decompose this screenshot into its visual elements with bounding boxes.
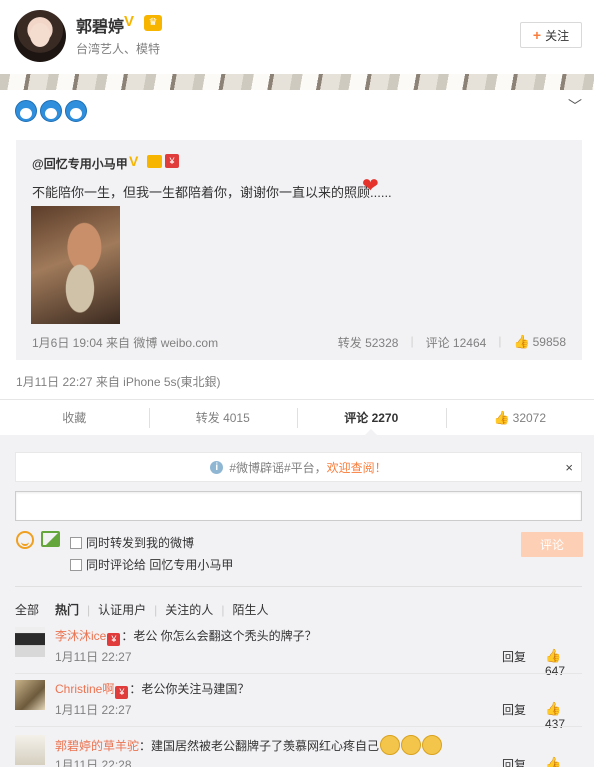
repost-text: 不能陪你一生，但我一生都陪着你，谢谢你一直以来的照顾...... (32, 185, 392, 200)
doraemon-emoji-icon (40, 100, 62, 122)
like-count-link[interactable]: 👍 59858 (513, 334, 566, 351)
repost-count-link[interactable]: 转发 52328 (338, 334, 399, 351)
filter-following[interactable]: 关注的人 (165, 601, 213, 618)
avatar[interactable] (14, 10, 66, 62)
checkbox-icon (70, 558, 82, 571)
comment-time: 1月11日 22:27 (55, 703, 132, 717)
comment-button[interactable]: 评论 2270 (297, 400, 446, 435)
reply-button[interactable]: 回复 (502, 756, 526, 767)
also-repost-checkbox[interactable]: 同时转发到我的微博 (70, 534, 194, 551)
smirk-emoji-icon (401, 735, 422, 755)
commenter-name[interactable]: Christine啊 (55, 682, 114, 696)
commenter-name[interactable]: 李沐沐ice (55, 629, 106, 643)
thumbs-up-icon: 👍 (513, 334, 530, 349)
comment-like-count: 437 (545, 717, 566, 731)
filter-verified[interactable]: 认证用户 (98, 601, 146, 618)
comment-area: i #微博辟谣#平台， 欢迎查阅！ × 同时转发到我的微博 同时评论给 回忆专用… (0, 435, 594, 767)
notice-banner: i #微博辟谣#平台， 欢迎查阅！ × (15, 452, 582, 482)
notice-text: #微博辟谣#平台， (229, 460, 327, 475)
like-count: 32072 (512, 410, 547, 425)
repost-stats: 转发 52328 | 评论 12464 | 👍 59858 (337, 334, 566, 351)
reply-button[interactable]: 回复 (502, 648, 526, 665)
smirk-emoji-icon (380, 735, 401, 755)
comment-text: ：建国居然被老公翻牌子了羡慕网红心疼自己 (139, 739, 380, 753)
commenter-name[interactable]: 郭碧婷的草羊驼 (55, 739, 139, 753)
submit-comment-button[interactable]: 评论 (521, 532, 583, 557)
comment-like-count: 647 (545, 664, 566, 678)
crown-badge-icon: ♛ (144, 15, 162, 31)
commenter-avatar[interactable] (15, 680, 45, 710)
repost-user-link[interactable]: @回忆专用小马甲 (32, 155, 128, 172)
red-packet-icon: ¥ (115, 686, 129, 699)
post-meta: 1月11日 22:27 来自 iPhone 5s(東北銀) (16, 375, 221, 389)
notice-link[interactable]: 欢迎查阅！ (327, 459, 387, 476)
emoji-row (15, 100, 87, 122)
like-count: 59858 (532, 335, 566, 349)
checkbox-icon (70, 536, 82, 549)
commenter-avatar[interactable] (15, 735, 45, 765)
thumbs-up-icon: 👍 (545, 701, 562, 716)
cat-emoji-icon (422, 735, 443, 755)
comment-like-button[interactable]: 👍339 (545, 756, 582, 767)
comment-filters: 全部 热门 | 认证用户 | 关注的人 | 陌生人 (15, 601, 269, 618)
repost-meta: 1月6日 19:04 来自 微博 weibo.com (32, 336, 219, 350)
plus-icon: + (532, 27, 542, 43)
thumbs-up-icon: 👍 (545, 648, 562, 663)
thumbs-up-icon: 👍 (493, 409, 510, 425)
like-button[interactable]: 👍 32072 (445, 400, 594, 435)
crown-badge-icon (147, 155, 162, 168)
red-packet-icon: ¥ (107, 633, 121, 646)
divider (15, 586, 582, 587)
user-description: 台湾艺人、模特 (76, 42, 161, 56)
repost-photo[interactable] (31, 206, 120, 324)
commenter-avatar[interactable] (15, 627, 45, 657)
follow-button[interactable]: + 关注 (520, 22, 582, 48)
filter-hot[interactable]: 热门 (55, 601, 79, 618)
red-packet-icon: ¥ (165, 154, 179, 168)
user-name[interactable]: 郭碧婷 (76, 13, 124, 37)
also-repost-label: 同时转发到我的微博 (86, 536, 195, 550)
favorite-button[interactable]: 收藏 (0, 400, 149, 435)
comment-count-link[interactable]: 评论 12464 (426, 334, 487, 351)
also-comment-checkbox[interactable]: 同时评论给 回忆专用小马甲 (70, 556, 233, 573)
heart-icon: ❤ (362, 175, 379, 197)
comment-time: 1月11日 22:28 (55, 758, 132, 767)
follow-label: 关注 (545, 28, 570, 43)
also-comment-label: 同时评论给 回忆专用小马甲 (86, 558, 234, 572)
comment-input[interactable] (15, 491, 582, 521)
close-icon[interactable]: × (565, 460, 573, 475)
chevron-down-icon[interactable]: ﹀ (568, 96, 582, 116)
reposted-weibo: @回忆专用小马甲 V ¥ 不能陪你一生，但我一生都陪着你，谢谢你一直以来的照顾.… (16, 140, 582, 360)
image-upload-icon[interactable] (41, 531, 60, 547)
action-bar: 收藏 转发 4015 评论 2270 👍 32072 (0, 399, 594, 435)
filter-all[interactable]: 全部 (15, 601, 39, 618)
doraemon-emoji-icon (65, 100, 87, 122)
thumbs-up-icon: 👍 (545, 756, 562, 767)
verified-icon: V (129, 153, 139, 169)
info-icon: i (210, 460, 224, 474)
doraemon-emoji-icon (15, 100, 37, 122)
filter-strangers[interactable]: 陌生人 (232, 601, 268, 618)
comment-time: 1月11日 22:27 (55, 650, 132, 664)
profile-header: 郭碧婷 V ♛ 台湾艺人、模特 + 关注 (0, 0, 594, 74)
comment-text: ：老公 你怎么会翻这个秃头的牌子？ (121, 629, 317, 643)
repost-button[interactable]: 转发 4015 (148, 400, 298, 435)
cover-photo-strip (0, 74, 594, 90)
emoji-picker-icon[interactable] (16, 531, 34, 549)
verified-icon: V (124, 13, 135, 30)
reply-button[interactable]: 回复 (502, 701, 526, 718)
comment-text: ：老公你关注马建国？ (129, 682, 250, 696)
